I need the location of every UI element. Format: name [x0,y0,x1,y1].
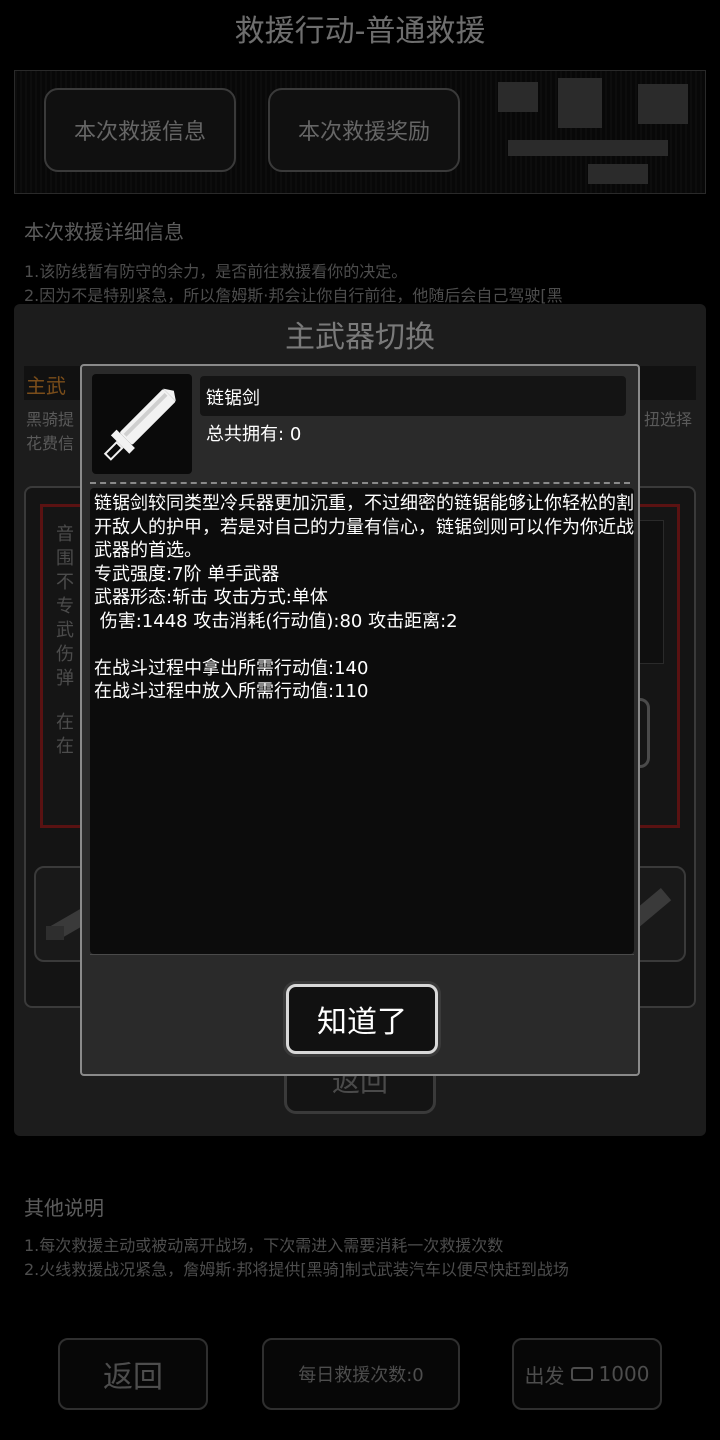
current-weapon-text: 音 [56,524,74,545]
item-name-bar [200,376,626,416]
item-stat-line: 专武强度:7阶 单手武器 [94,563,280,585]
item-owned-count: 0 [289,424,302,445]
detail-line: 2.因为不是特别紧急，所以詹姆斯·邦会让你自行前往，他随后会自己驾驶[黑 [24,286,563,305]
current-weapon-text: 武 [56,620,74,641]
depart-cost: 1000 [598,1362,650,1386]
detail-line: 1.该防线暂有防守的余力，是否前往救援看你的决定。 [24,262,408,281]
weapon-switch-title: 主武器切换 [285,320,435,355]
other-line: 1.每次救援主动或被动离开战场，下次需进入需要消耗一次救援次数 [24,1236,504,1255]
current-weapon-text: 伤 [56,644,74,665]
header-pixel-art [488,74,700,190]
current-weapon-text: 在 [56,736,74,757]
ok-button[interactable]: 知道了 [286,984,438,1054]
divider [90,954,634,955]
current-weapon-text: 不 [56,572,74,593]
current-weapon-text: 专 [56,596,74,617]
item-info-dialog: 链锯剑 总共拥有: 0 链锯剑较同类型冷兵器更加沉重，不过细密的链锯能够让你轻松… [80,364,640,1076]
daily-rescue-count: 每日救援次数:0 [262,1338,460,1410]
item-stat-line: 在战斗过程中放入所需行动值:110 [94,681,369,702]
item-description: 链锯剑较同类型冷兵器更加沉重，不过细密的链锯能够让你轻松的割开敌人的护甲，若是对… [94,493,634,561]
weapon-switch-desc: 黑骑提 [26,410,75,429]
item-name: 链锯剑 [206,388,260,409]
weapon-switch-desc: 花费信 [26,434,75,453]
item-owned: 总共拥有: 0 [206,420,301,446]
divider [90,482,630,484]
current-weapon-text: 弹 [56,668,74,689]
back-button[interactable]: 返回 [58,1338,208,1410]
depart-label: 出发 [524,1363,565,1388]
depart-button[interactable]: 出发 1000 [512,1338,662,1410]
weapon-switch-desc-right: 扭选择 [643,410,692,429]
item-stat-line: 武器形态:斩击 攻击方式:单体 [94,587,328,608]
current-weapon-text: 围 [56,548,74,569]
detail-title: 本次救援详细信息 [24,220,184,244]
item-stat-line [94,633,634,657]
other-line: 2.火线救援战况紧急，詹姆斯·邦将提供[黑骑]制式武装汽车以便尽快赶到战场 [24,1260,569,1279]
item-icon-frame [92,374,192,474]
tab-rescue-info[interactable]: 本次救援信息 [44,88,236,172]
main-weapon-label: 主武 [26,374,66,398]
item-stat-line: 在战斗过程中拿出所需行动值:140 [94,657,369,679]
coin-icon [570,1367,593,1381]
item-stat-line: 伤害:1448 攻击消耗(行动值):80 攻击距离:2 [94,610,458,632]
chainsaw-sword-icon [103,388,176,461]
other-title: 其他说明 [24,1196,104,1220]
item-description-text: 链锯剑较同类型冷兵器更加沉重，不过细密的链锯能够让你轻松的割开敌人的护甲，若是对… [94,492,634,704]
page-title: 救援行动-普通救援 [234,14,486,49]
tab-rescue-reward[interactable]: 本次救援奖励 [268,88,460,172]
current-weapon-text: 在 [56,712,74,733]
item-owned-label: 总共拥有: [206,424,285,445]
